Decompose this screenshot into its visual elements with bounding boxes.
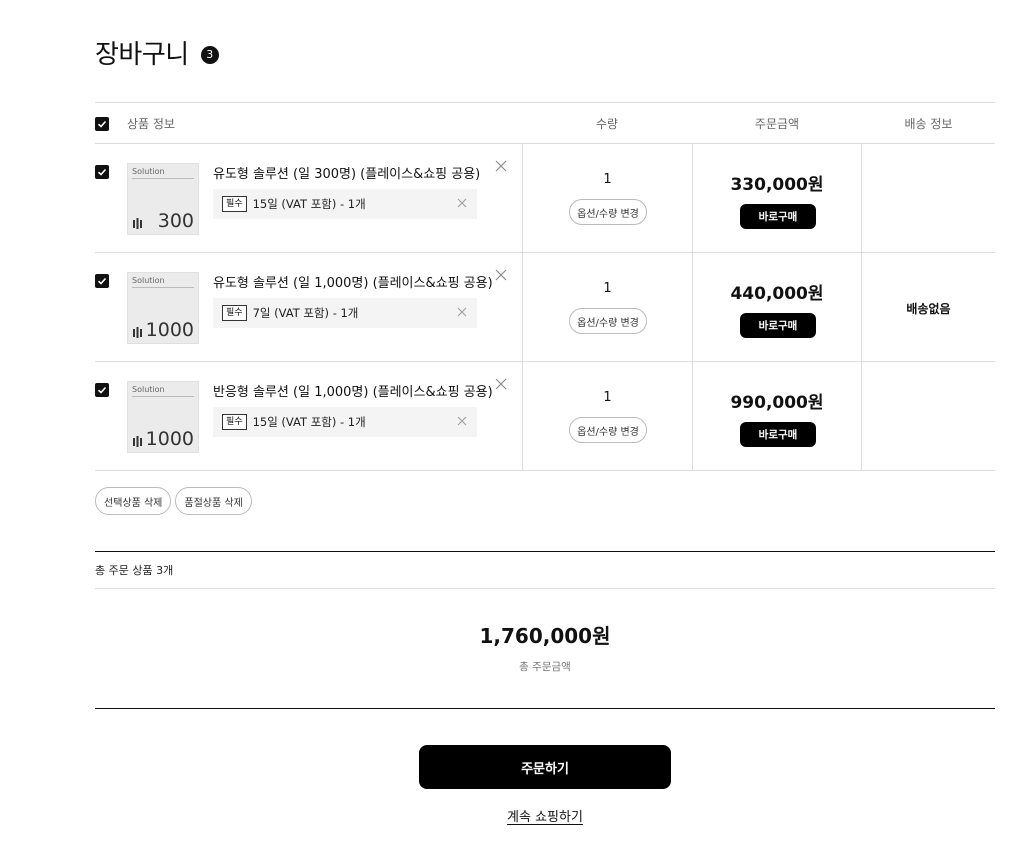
- thumbnail-divider: [132, 178, 194, 179]
- continue-shopping-link[interactable]: 계속 쇼핑하기: [0, 806, 1034, 825]
- order-summary: 총 주문 상품 3개 1,760,000원 총 주문금액: [95, 551, 995, 674]
- remove-item-icon[interactable]: [494, 377, 508, 391]
- brand-logo-icon: [133, 436, 142, 447]
- delete-selected-button[interactable]: 선택상품 삭제: [95, 487, 172, 515]
- thumbnail-divider: [132, 396, 194, 397]
- table-row: Solution 1000 반응형 솔루션 (일 1,000명) (플레이스&쇼…: [95, 362, 995, 471]
- cart-count-badge: 3: [200, 45, 219, 64]
- brand-logo-icon: [133, 218, 142, 229]
- delete-soldout-button[interactable]: 품절상품 삭제: [175, 487, 252, 515]
- total-amount: 1,760,000원: [479, 624, 611, 648]
- total-amount-label: 총 주문금액: [519, 661, 571, 673]
- change-option-button[interactable]: 옵션/수량 변경: [569, 199, 647, 225]
- remove-item-icon[interactable]: [494, 159, 508, 173]
- cart-table: 상품 정보 수량 주문금액 배송 정보 Solution 300 유도형 솔루션…: [95, 102, 995, 471]
- row-checkbox[interactable]: [95, 274, 109, 288]
- change-option-button[interactable]: 옵션/수량 변경: [569, 308, 647, 334]
- header-product-info: 상품 정보: [127, 117, 175, 131]
- product-name[interactable]: 반응형 솔루션 (일 1,000명) (플레이스&쇼핑 공용): [213, 381, 493, 400]
- thumbnail-number: 300: [157, 210, 194, 232]
- brand-logo-icon: [133, 327, 142, 338]
- quantity-value: 1: [603, 281, 612, 296]
- product-thumbnail[interactable]: Solution 1000: [127, 381, 199, 453]
- page-title: 장바구니: [95, 40, 189, 70]
- buy-now-button[interactable]: 바로구매: [740, 204, 816, 229]
- checkbox-checked-icon: [95, 274, 109, 288]
- order-button[interactable]: 주문하기: [419, 745, 671, 789]
- required-tag: 필수: [222, 196, 247, 212]
- product-name[interactable]: 유도형 솔루션 (일 300명) (플레이스&쇼핑 공용): [213, 163, 480, 182]
- thumbnail-label: Solution: [132, 167, 165, 176]
- thumbnail-label: Solution: [132, 385, 165, 394]
- option-box: 필수 7일 (VAT 포함) - 1개: [213, 298, 477, 328]
- checkbox-checked-icon: [95, 165, 109, 179]
- quantity-cell: 1 옵션/수량 변경: [522, 362, 692, 470]
- shipping-info: 배송없음: [906, 301, 951, 316]
- price-cell: 330,000원 바로구매: [692, 144, 862, 252]
- quantity-value: 1: [603, 172, 612, 187]
- thumbnail-number: 1000: [145, 319, 194, 341]
- price-cell: 990,000원 바로구매: [692, 362, 862, 470]
- product-name[interactable]: 유도형 솔루션 (일 1,000명) (플레이스&쇼핑 공용): [213, 272, 493, 291]
- option-text: 15일 (VAT 포함) - 1개: [252, 415, 366, 429]
- quantity-value: 1: [603, 390, 612, 405]
- select-all-checkbox[interactable]: [95, 103, 109, 144]
- option-text: 15일 (VAT 포함) - 1개: [252, 197, 366, 211]
- required-tag: 필수: [222, 414, 247, 430]
- buy-now-button[interactable]: 바로구매: [740, 313, 816, 338]
- option-box: 필수 15일 (VAT 포함) - 1개: [213, 407, 477, 437]
- required-tag: 필수: [222, 305, 247, 321]
- price-cell: 440,000원 바로구매: [692, 253, 862, 361]
- cart-actions: 선택상품 삭제 품절상품 삭제: [95, 487, 252, 515]
- product-thumbnail[interactable]: Solution 1000: [127, 272, 199, 344]
- summary-divider: [95, 708, 995, 709]
- page-header: 장바구니 3: [95, 34, 219, 71]
- remove-item-icon[interactable]: [494, 268, 508, 282]
- quantity-cell: 1 옵션/수량 변경: [522, 144, 692, 252]
- change-option-button[interactable]: 옵션/수량 변경: [569, 417, 647, 443]
- option-text: 7일 (VAT 포함) - 1개: [252, 306, 359, 320]
- table-row: Solution 300 유도형 솔루션 (일 300명) (플레이스&쇼핑 공…: [95, 144, 995, 253]
- item-price: 990,000원: [730, 393, 824, 413]
- item-price: 330,000원: [730, 175, 824, 195]
- quantity-cell: 1 옵션/수량 변경: [522, 253, 692, 361]
- item-price: 440,000원: [730, 284, 824, 304]
- header-order-amount: 주문금액: [754, 117, 800, 131]
- thumbnail-number: 1000: [145, 428, 194, 450]
- checkbox-checked-icon: [95, 116, 109, 131]
- checkbox-checked-icon: [95, 383, 109, 397]
- remove-option-icon[interactable]: [457, 307, 467, 317]
- total-items-count: 총 주문 상품 3개: [95, 552, 995, 589]
- buy-now-button[interactable]: 바로구매: [740, 422, 816, 447]
- option-box: 필수 15일 (VAT 포함) - 1개: [213, 189, 477, 219]
- header-shipping: 배송 정보: [904, 117, 953, 131]
- row-checkbox[interactable]: [95, 165, 109, 179]
- table-header: 상품 정보 수량 주문금액 배송 정보: [95, 102, 995, 144]
- thumbnail-divider: [132, 287, 194, 288]
- remove-option-icon[interactable]: [457, 198, 467, 208]
- remove-option-icon[interactable]: [457, 416, 467, 426]
- product-thumbnail[interactable]: Solution 300: [127, 163, 199, 235]
- table-row: Solution 1000 유도형 솔루션 (일 1,000명) (플레이스&쇼…: [95, 253, 995, 362]
- header-quantity: 수량: [595, 117, 619, 131]
- thumbnail-label: Solution: [132, 276, 165, 285]
- row-checkbox[interactable]: [95, 383, 109, 397]
